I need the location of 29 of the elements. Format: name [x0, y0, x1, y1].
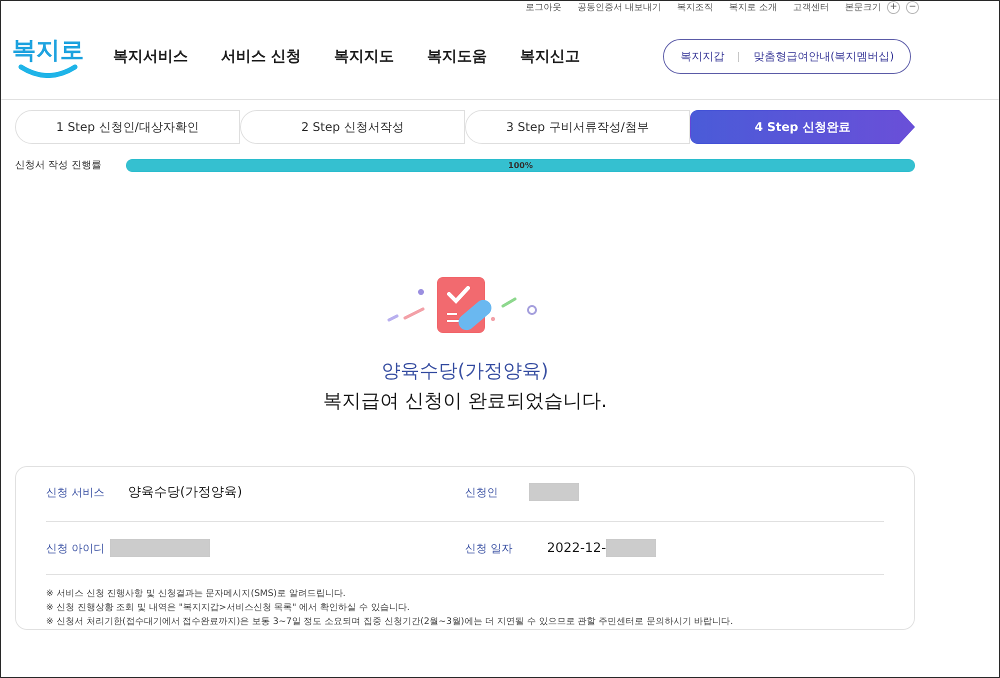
top-link[interactable]: 공동인증서 내보내기 [577, 1, 662, 14]
progress-reading: 100% [507, 160, 534, 172]
field-label: 신청인 [465, 484, 499, 500]
header-link[interactable]: 복지지갑 [680, 49, 724, 64]
top-link[interactable]: 복지조직 [677, 1, 714, 14]
field-label: 신청 아이디 [46, 540, 106, 556]
nav-menu-item[interactable]: 복지도움 [427, 47, 488, 66]
nav-menu-item[interactable]: 복지서비스 [113, 47, 188, 66]
notice-text: ※ 신청서 처리기한(접수대기에서 접수완료까지)은 보통 3~7일 정도 소요되며 집중 신청기간(2월~3월)에는 더 지연될 수 있으므로 관할 주민센터로 문의하시기 바랍니다. [46, 616, 734, 629]
font-size-button[interactable]: + [887, 1, 900, 14]
completion-message: 복지급여 신청이 완료되었습니다. [322, 389, 608, 414]
top-link[interactable]: 복지로 소개 [729, 1, 777, 14]
field-label: 신청 일자 [465, 540, 514, 556]
service-name: 양육수당(가정양육) [382, 359, 548, 384]
header-link[interactable]: 맞춤형급여안내(복지멤버십) [753, 49, 894, 64]
field-label: 신청 서비스 [46, 484, 106, 500]
nav-menu-item[interactable]: 복지지도 [334, 47, 394, 66]
notice-text: ※ 신청 진행상황 조회 및 내역은 "복지지갑>서비스신청 목록" 에서 확인하실 수 있습니다. [46, 602, 411, 615]
nav-menu-item[interactable]: 서비스 신청 [221, 47, 302, 66]
progress-label: 신청서 작성 진행률 [15, 159, 102, 172]
smile-icon [18, 64, 78, 78]
font-size-button[interactable]: − [906, 1, 919, 14]
notice-text: ※ 서비스 신청 진행사항 및 신청결과는 문자메시지(SMS)로 알려드립니다. [46, 588, 347, 601]
field-value: 2022-12- [547, 540, 606, 556]
nav-menu-item[interactable]: 복지신고 [520, 47, 580, 66]
field-value: 양육수당(가정양육) [128, 484, 242, 501]
top-link[interactable]: 로그아웃 [525, 1, 562, 14]
top-link[interactable]: 고객센터 [793, 1, 829, 14]
top-link[interactable]: 본문크기 [845, 1, 881, 14]
